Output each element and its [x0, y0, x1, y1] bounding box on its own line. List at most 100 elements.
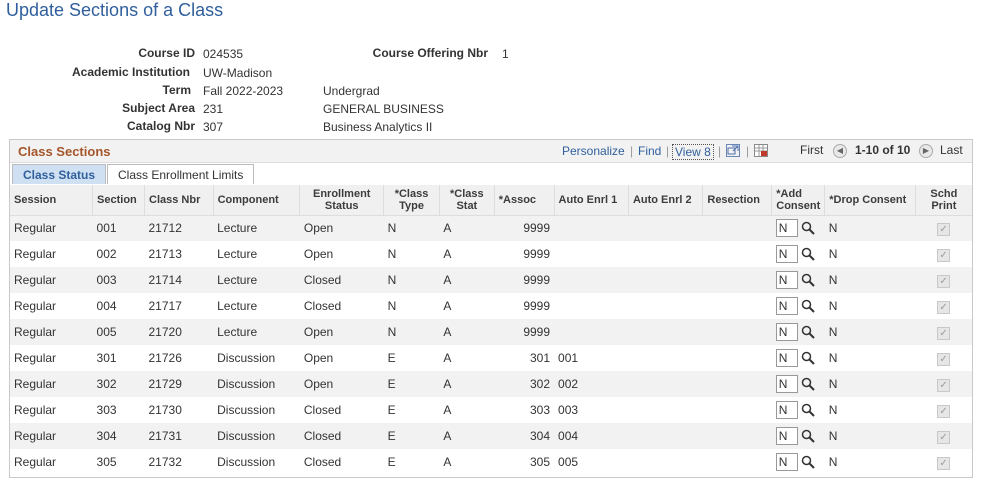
cell-session: Regular	[10, 319, 93, 345]
lookup-icon[interactable]	[801, 403, 815, 417]
add-consent-input[interactable]: N	[775, 297, 798, 315]
cell-component: Discussion	[217, 351, 276, 365]
cell-section: 301	[96, 351, 117, 365]
previous-icon[interactable]: ◀	[833, 144, 847, 158]
lookup-icon[interactable]	[801, 247, 815, 261]
schd-print-checkbox[interactable]: ✓	[937, 352, 951, 366]
table-body: Regular 001 21712 Lecture Open N A 9999 N N ✓ Regul…	[10, 215, 972, 475]
lookup-icon[interactable]	[801, 429, 815, 443]
institution-value: UW-Madison	[203, 66, 273, 80]
lookup-icon[interactable]	[801, 351, 815, 365]
schd-print-checkbox[interactable]: ✓	[937, 300, 951, 314]
add-consent-input[interactable]: N	[775, 427, 798, 445]
cell-resection	[703, 293, 772, 319]
cell-section: 303	[96, 403, 117, 417]
grid-title: Class Sections	[18, 144, 111, 159]
separator: |	[746, 144, 750, 158]
schd-print-checkbox[interactable]: ✓	[937, 456, 951, 470]
cell-class-type: N	[383, 215, 440, 241]
cell-assoc: 9999	[494, 267, 555, 293]
cell-class-nbr: 21731	[144, 423, 214, 449]
cell-schd-print: ✓	[915, 371, 972, 397]
term-career: Undergrad	[323, 84, 380, 98]
personalize-link[interactable]: Personalize	[562, 144, 625, 158]
schd-print-checkbox[interactable]: ✓	[937, 222, 951, 236]
cell-enrollment-status: Closed	[299, 267, 384, 293]
cell-add-consent: N	[771, 319, 825, 345]
download-spreadsheet-icon[interactable]	[754, 144, 768, 157]
cell-class-type: E	[387, 455, 396, 469]
cell-schd-print: ✓	[915, 267, 972, 293]
add-consent-input[interactable]: N	[775, 453, 798, 471]
cell-assoc: 303	[530, 403, 551, 417]
add-consent-input[interactable]: N	[775, 245, 798, 263]
separator: |	[666, 144, 670, 158]
term-label: Term	[162, 83, 191, 97]
col-schd-print: Schd Print	[915, 185, 972, 216]
cell-class-type: E	[387, 403, 396, 417]
cell-add-consent: N	[771, 215, 825, 241]
cell-assoc: 305	[530, 455, 551, 469]
cell-section: 002	[96, 247, 117, 261]
add-consent-input[interactable]: N	[775, 375, 798, 393]
schd-print-checkbox[interactable]: ✓	[937, 430, 951, 444]
cell-assoc: 302	[494, 371, 555, 397]
cell-class-nbr: 21720	[144, 319, 214, 345]
schd-print-checkbox[interactable]: ✓	[937, 274, 951, 288]
cell-schd-print: ✓	[915, 241, 972, 267]
lookup-icon[interactable]	[801, 325, 815, 339]
first-label[interactable]: First	[800, 143, 823, 157]
col-add-consent: *Add Consent	[771, 185, 826, 216]
cell-resection	[702, 371, 772, 397]
cell-class-stat: A	[443, 299, 452, 313]
add-consent-input[interactable]: N	[775, 349, 798, 367]
cell-class-type: N	[387, 247, 397, 261]
schd-print-checkbox[interactable]: ✓	[937, 248, 951, 262]
last-label[interactable]: Last	[940, 143, 963, 157]
cell-auto-enrl-2	[628, 371, 703, 397]
next-icon[interactable]: ▶	[919, 144, 933, 158]
find-link[interactable]: Find	[638, 144, 661, 158]
schd-print-checkbox[interactable]: ✓	[937, 404, 951, 418]
cell-auto-enrl-2	[628, 423, 703, 449]
cell-class-nbr: 21729	[144, 371, 214, 397]
add-consent-input[interactable]: N	[775, 323, 798, 341]
cell-add-consent: N	[772, 397, 825, 423]
cell-drop-consent: N	[824, 267, 916, 293]
cell-component: Discussion	[217, 403, 276, 417]
cell-enrollment-status: Open	[299, 371, 384, 397]
tab-class-enrollment-limits[interactable]: Class Enrollment Limits	[107, 164, 255, 184]
tab-class-status[interactable]: Class Status	[12, 164, 107, 184]
cell-section: 001	[92, 215, 145, 241]
subject-label: Subject Area	[122, 101, 195, 115]
schd-print-checkbox[interactable]: ✓	[937, 326, 951, 340]
cell-class-stat: A	[439, 371, 495, 397]
cell-assoc: 9999	[523, 247, 551, 261]
cell-component: Lecture	[213, 215, 300, 241]
cell-resection	[703, 345, 772, 371]
catalog-desc: Business Analytics II	[323, 120, 433, 134]
table-header-row: Session Section Class Nbr Component Enro…	[10, 185, 972, 216]
table-row: Regular 302 21729 Discussion Open E A 302 002 N N ✓	[10, 371, 972, 397]
table-row: Regular 002 21713 Lecture Open N A 9999 N N ✓	[10, 241, 972, 267]
schd-print-checkbox[interactable]: ✓	[937, 378, 951, 392]
add-consent-input[interactable]: N	[775, 271, 798, 289]
new-window-icon[interactable]	[726, 144, 740, 157]
lookup-icon[interactable]	[801, 273, 815, 287]
lookup-icon[interactable]	[801, 455, 815, 469]
lookup-icon[interactable]	[801, 377, 815, 391]
table-row: Regular 305 21732 Discussion Closed E A 305 005 N…	[10, 449, 972, 475]
cell-class-type: E	[383, 423, 440, 449]
view-all-link[interactable]: View 8	[672, 144, 714, 160]
course-offering-value: 1	[502, 47, 509, 61]
cell-auto-enrl-1	[554, 267, 629, 293]
cell-component: Discussion	[213, 371, 300, 397]
cell-auto-enrl-2	[628, 397, 702, 423]
lookup-icon[interactable]	[801, 299, 815, 313]
subject-desc: GENERAL BUSINESS	[323, 102, 444, 116]
lookup-icon[interactable]	[801, 221, 815, 235]
cell-assoc: 9999	[494, 215, 555, 241]
add-consent-input[interactable]: N	[775, 401, 798, 419]
cell-component: Discussion	[213, 423, 300, 449]
add-consent-input[interactable]: N	[775, 219, 798, 238]
